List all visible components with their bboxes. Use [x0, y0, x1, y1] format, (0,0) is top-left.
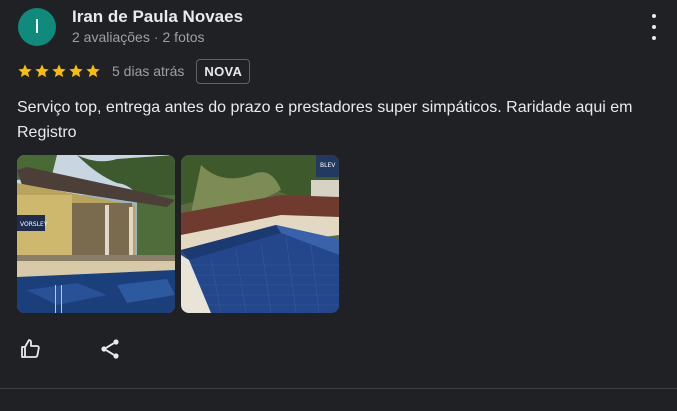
- star-icon: [69, 64, 83, 78]
- rating-row: 5 dias atrás NOVA: [17, 58, 251, 84]
- star-rating: [17, 63, 101, 79]
- author-meta: 2 avaliações · 2 fotos: [72, 29, 205, 45]
- review-photo[interactable]: BLEV: [181, 155, 339, 313]
- star-icon: [52, 64, 66, 78]
- thumb-up-icon: [21, 339, 40, 358]
- photo-pool-tiles: BLEV: [181, 155, 339, 313]
- review-card: I Iran de Paula Novaes 2 avaliações · 2 fo…: [0, 0, 677, 411]
- photos-count: 2 fotos: [162, 29, 205, 45]
- star-icon: [18, 64, 32, 78]
- like-button[interactable]: [16, 334, 46, 364]
- reviews-count: 2 avaliações: [72, 29, 150, 45]
- star-icon: [86, 64, 100, 78]
- avatar-initial: I: [34, 15, 40, 38]
- new-badge: NOVA: [196, 58, 251, 84]
- photo-watermark: BLEV: [320, 162, 336, 169]
- review-text: Serviço top, entrega antes do prazo e pr…: [17, 99, 633, 141]
- share-icon: [101, 339, 119, 359]
- author-name[interactable]: Iran de Paula Novaes: [72, 7, 243, 27]
- more-options-button[interactable]: [644, 14, 664, 40]
- photo-house-pool: VORSLEY: [17, 155, 175, 313]
- review-photo[interactable]: VORSLEY: [17, 155, 175, 313]
- meta-separator: ·: [153, 29, 159, 45]
- share-button[interactable]: [95, 334, 125, 364]
- star-icon: [35, 64, 49, 78]
- photo-watermark: VORSLEY: [20, 221, 48, 228]
- avatar[interactable]: I: [18, 8, 56, 46]
- divider: [0, 388, 677, 389]
- more-vert-icon: [652, 14, 656, 18]
- review-date: 5 dias atrás: [112, 63, 185, 79]
